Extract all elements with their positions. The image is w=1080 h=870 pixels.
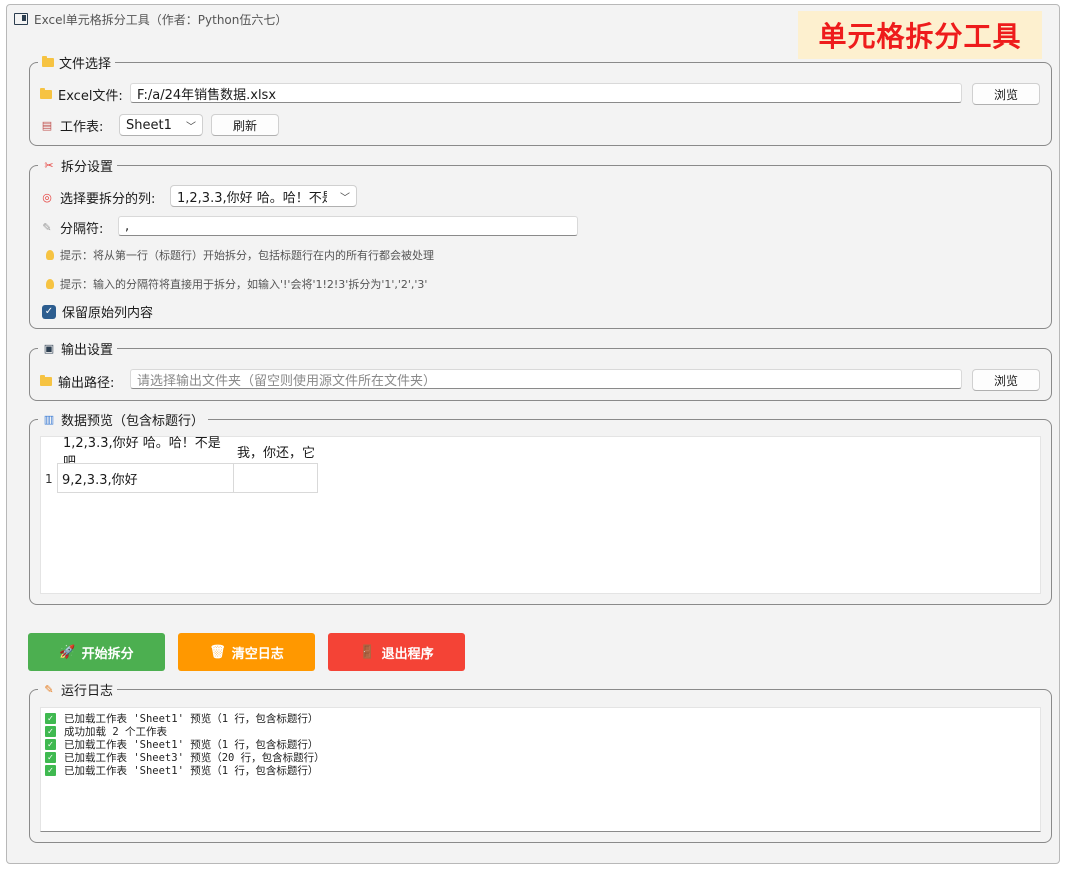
chevron-down-icon: ﹀ bbox=[340, 192, 350, 204]
column-header[interactable]: 我，你还，它 bbox=[237, 439, 327, 463]
file-section-legend: 文件选择 bbox=[38, 53, 116, 72]
browse-output-button[interactable]: 浏览 bbox=[972, 369, 1040, 391]
exit-button[interactable]: 🚪 退出程序 bbox=[328, 633, 465, 671]
log-line: ✓ 已加载工作表 'Sheet1' 预览（1 行，包含标题行） bbox=[45, 764, 1036, 777]
check-icon: ✓ bbox=[45, 713, 56, 724]
keep-original-row[interactable]: ✓ 保留原始列内容 bbox=[42, 302, 153, 321]
preview-section-title: 数据预览（包含标题行） bbox=[61, 413, 205, 429]
split-section-title: 拆分设置 bbox=[61, 159, 114, 175]
column-label: 选择要拆分的列: bbox=[60, 192, 156, 207]
clear-log-label: 清空日志 bbox=[231, 646, 284, 662]
trash-icon: 🗑 bbox=[209, 644, 226, 660]
lightbulb-icon bbox=[46, 279, 54, 289]
column-header[interactable]: 1,2,3.3,你好 哈。哈！不是吧 bbox=[63, 436, 233, 470]
delimiter-value: , bbox=[125, 218, 130, 234]
folder-icon bbox=[42, 55, 54, 67]
memo-icon: ✎ bbox=[44, 682, 54, 696]
table-cell[interactable]: 9,2,3.3,你好 bbox=[57, 463, 234, 493]
row-number: 1 bbox=[45, 472, 53, 486]
preview-section-legend: ▥ 数据预览（包含标题行） bbox=[38, 410, 209, 429]
door-icon: 🚪 bbox=[359, 644, 376, 660]
delimiter-input[interactable]: , bbox=[118, 216, 578, 236]
hint-2-text: 提示：输入的分隔符将直接用于拆分，如输入'!'会将'1!2!3'拆分为'1','… bbox=[60, 278, 428, 291]
keep-original-checkbox[interactable]: ✓ bbox=[42, 304, 56, 319]
sheet-row: ▤ 工作表: bbox=[40, 116, 104, 135]
chart-icon: ▥ bbox=[43, 412, 55, 426]
hint-2: 提示：输入的分隔符将直接用于拆分，如输入'!'会将'1!2!3'拆分为'1','… bbox=[46, 276, 427, 292]
output-path-label: 输出路径: bbox=[58, 376, 115, 391]
file-section-title: 文件选择 bbox=[59, 56, 112, 72]
log-line: ✓ 已加载工作表 'Sheet1' 预览（1 行，包含标题行） bbox=[45, 712, 1036, 725]
start-split-button[interactable]: 🚀 开始拆分 bbox=[28, 633, 165, 671]
split-section-legend: ✂ 拆分设置 bbox=[38, 156, 118, 175]
output-path-placeholder: 请选择输出文件夹（留空则使用源文件所在文件夹） bbox=[137, 373, 437, 389]
sheet-select-value: Sheet1 bbox=[126, 117, 172, 133]
delimiter-label: 分隔符: bbox=[60, 222, 104, 237]
exit-label: 退出程序 bbox=[381, 646, 434, 662]
scissors-icon: ✂ bbox=[44, 158, 54, 172]
check-icon: ✓ bbox=[45, 765, 56, 776]
target-icon: ◎ bbox=[42, 191, 52, 204]
excel-file-row: Excel文件: bbox=[40, 85, 123, 104]
pen-icon: ✎ bbox=[42, 221, 52, 234]
log-section-title: 运行日志 bbox=[61, 683, 114, 699]
check-icon: ✓ bbox=[45, 739, 56, 750]
keep-original-label: 保留原始列内容 bbox=[62, 306, 154, 321]
clear-log-button[interactable]: 🗑 清空日志 bbox=[178, 633, 315, 671]
clipboard-icon: ▤ bbox=[41, 119, 53, 132]
excel-file-label: Excel文件: bbox=[58, 89, 123, 104]
column-row: ◎ 选择要拆分的列: bbox=[40, 188, 155, 207]
browse-file-button[interactable]: 浏览 bbox=[972, 83, 1040, 105]
output-path-row: 输出路径: bbox=[40, 372, 114, 391]
start-split-label: 开始拆分 bbox=[81, 646, 134, 662]
title-bar: Excel单元格拆分工具（作者：Python伍六七） bbox=[14, 8, 287, 30]
hint-1-text: 提示：将从第一行（标题行）开始拆分，包括标题行在内的所有行都会被处理 bbox=[60, 249, 434, 262]
delimiter-row: ✎ 分隔符: bbox=[40, 218, 103, 237]
excel-path-input[interactable]: F:/a/24年销售数据.xlsx bbox=[130, 83, 962, 103]
preview-table: 1,2,3.3,你好 哈。哈！不是吧 我，你还，它 1 9,2,3.3,你好 bbox=[40, 436, 1041, 594]
lightbulb-icon bbox=[46, 250, 54, 260]
rocket-icon: 🚀 bbox=[59, 644, 76, 660]
excel-path-value: F:/a/24年销售数据.xlsx bbox=[137, 87, 277, 103]
window-title: Excel单元格拆分工具（作者：Python伍六七） bbox=[34, 12, 288, 27]
output-section-title: 输出设置 bbox=[61, 342, 114, 358]
refresh-button[interactable]: 刷新 bbox=[211, 114, 279, 136]
column-select-value: 1,2,3.3,你好 哈。哈！不是I bbox=[177, 190, 327, 206]
log-text: 已加载工作表 'Sheet1' 预览（1 行，包含标题行） bbox=[64, 765, 319, 777]
folder-icon bbox=[40, 375, 52, 386]
save-icon: ▣ bbox=[43, 341, 55, 355]
hint-1: 提示：将从第一行（标题行）开始拆分，包括标题行在内的所有行都会被处理 bbox=[46, 247, 434, 263]
sheet-label: 工作表: bbox=[60, 120, 104, 135]
check-icon: ✓ bbox=[45, 726, 56, 737]
table-cell[interactable] bbox=[233, 463, 318, 493]
app-banner: 单元格拆分工具 bbox=[798, 11, 1042, 59]
output-path-input[interactable]: 请选择输出文件夹（留空则使用源文件所在文件夹） bbox=[130, 369, 962, 389]
log-section-legend: ✎ 运行日志 bbox=[38, 680, 118, 699]
output-section-legend: ▣ 输出设置 bbox=[38, 339, 118, 358]
app-icon bbox=[14, 13, 28, 25]
chevron-down-icon: ﹀ bbox=[186, 121, 196, 133]
folder-icon bbox=[40, 88, 52, 99]
column-select[interactable]: 1,2,3.3,你好 哈。哈！不是I ﹀ bbox=[170, 185, 357, 207]
sheet-select[interactable]: Sheet1 ﹀ bbox=[119, 114, 203, 136]
log-output[interactable]: ✓ 已加载工作表 'Sheet1' 预览（1 行，包含标题行） ✓ 成功加载 2 个… bbox=[40, 707, 1041, 832]
check-icon: ✓ bbox=[45, 752, 56, 763]
